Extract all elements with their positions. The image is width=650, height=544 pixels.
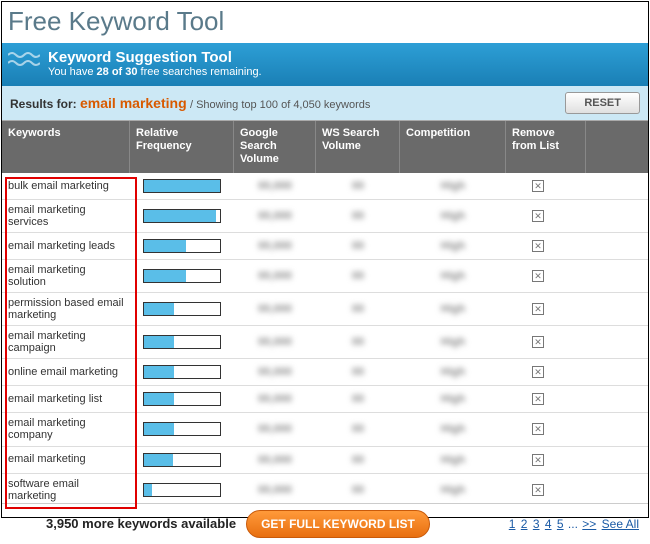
google-volume-cell: 00,000 [234, 389, 316, 409]
competition-cell: High [400, 299, 506, 319]
remove-icon[interactable]: ✕ [532, 180, 544, 192]
keyword-cell: software email marketing [2, 474, 130, 504]
table-row: online email marketing 00,00000High ✕ [2, 359, 648, 386]
col-google-search-volume[interactable]: Google Search Volume [234, 121, 316, 173]
remove-icon[interactable]: ✕ [532, 210, 544, 222]
ws-volume-cell: 00 [316, 419, 400, 439]
frequency-cell [130, 235, 234, 257]
competition-cell: High [400, 450, 506, 470]
google-volume-cell: 00,000 [234, 299, 316, 319]
col-competition[interactable]: Competition [400, 121, 506, 173]
table-row: bulk email marketing 00,00000High ✕ [2, 173, 648, 200]
google-volume-cell: 00,000 [234, 480, 316, 500]
competition-cell: High [400, 236, 506, 256]
competition-cell: High [400, 362, 506, 382]
table-header: Keywords Relative Frequency Google Searc… [2, 121, 648, 173]
ws-volume-cell: 00 [316, 362, 400, 382]
remove-icon[interactable]: ✕ [532, 393, 544, 405]
table-row: email marketing 00,00000High ✕ [2, 447, 648, 474]
frequency-cell [130, 331, 234, 353]
ws-volume-cell: 00 [316, 480, 400, 500]
competition-cell: High [400, 176, 506, 196]
tool-title: Keyword Suggestion Tool [48, 49, 638, 66]
competition-cell: High [400, 266, 506, 286]
frequency-cell [130, 265, 234, 287]
ws-volume-cell: 00 [316, 236, 400, 256]
table-row: email marketing campaign 00,00000High ✕ [2, 326, 648, 359]
frequency-cell [130, 388, 234, 410]
frequency-cell [130, 361, 234, 383]
keyword-cell: email marketing campaign [2, 326, 130, 358]
results-meta: / Showing top 100 of 4,050 keywords [190, 99, 370, 111]
keyword-cell: email marketing solution [2, 260, 130, 292]
tool-header: Keyword Suggestion Tool You have 28 of 3… [2, 43, 648, 86]
tool-subtitle: You have 28 of 30 free searches remainin… [48, 66, 638, 78]
keyword-cell: email marketing company [2, 413, 130, 445]
remove-icon[interactable]: ✕ [532, 454, 544, 466]
ws-volume-cell: 00 [316, 176, 400, 196]
ws-volume-cell: 00 [316, 450, 400, 470]
competition-cell: High [400, 332, 506, 352]
google-volume-cell: 00,000 [234, 206, 316, 226]
table-row: permission based email marketing 00,00000… [2, 293, 648, 326]
ws-volume-cell: 00 [316, 299, 400, 319]
google-volume-cell: 00,000 [234, 362, 316, 382]
competition-cell: High [400, 389, 506, 409]
ws-volume-cell: 00 [316, 332, 400, 352]
col-relative-frequency[interactable]: Relative Frequency [130, 121, 234, 173]
keyword-cell: email marketing [2, 449, 130, 469]
results-bar: Results for: email marketing / Showing t… [2, 86, 648, 121]
ws-volume-cell: 00 [316, 389, 400, 409]
table-row: email marketing leads 00,00000High ✕ [2, 233, 648, 260]
ws-volume-cell: 00 [316, 206, 400, 226]
remove-icon[interactable]: ✕ [532, 303, 544, 315]
google-volume-cell: 00,000 [234, 419, 316, 439]
col-keywords[interactable]: Keywords [2, 121, 130, 173]
remove-icon[interactable]: ✕ [532, 423, 544, 435]
frequency-cell [130, 449, 234, 471]
col-remove: Remove from List [506, 121, 586, 173]
google-volume-cell: 00,000 [234, 176, 316, 196]
page-title: Free Keyword Tool [2, 2, 648, 43]
table-row: email marketing solution 00,00000High ✕ [2, 260, 648, 293]
competition-cell: High [400, 480, 506, 500]
keyword-cell: bulk email marketing [2, 176, 130, 196]
google-volume-cell: 00,000 [234, 332, 316, 352]
remove-icon[interactable]: ✕ [532, 270, 544, 282]
remove-icon[interactable]: ✕ [532, 366, 544, 378]
reset-button[interactable]: RESET [565, 92, 640, 114]
wave-icon [8, 49, 40, 71]
ws-volume-cell: 00 [316, 266, 400, 286]
competition-cell: High [400, 206, 506, 226]
keyword-cell: permission based email marketing [2, 293, 130, 325]
frequency-cell [130, 298, 234, 320]
keyword-cell: email marketing list [2, 389, 130, 409]
table-row: email marketing list 00,00000High ✕ [2, 386, 648, 413]
table-row: email marketing company 00,00000High ✕ [2, 413, 648, 446]
keyword-cell: email marketing services [2, 200, 130, 232]
remove-icon[interactable]: ✕ [532, 484, 544, 496]
keyword-cell: online email marketing [2, 362, 130, 382]
frequency-cell [130, 205, 234, 227]
remove-icon[interactable]: ✕ [532, 240, 544, 252]
competition-cell: High [400, 419, 506, 439]
table-row: email marketing services 00,00000High ✕ [2, 200, 648, 233]
available-count: 3,950 more keywords available [46, 516, 236, 531]
frequency-cell [130, 479, 234, 501]
results-label: Results for: [10, 97, 80, 111]
frequency-cell [130, 418, 234, 440]
results-term: email marketing [80, 95, 187, 111]
google-volume-cell: 00,000 [234, 450, 316, 470]
remove-icon[interactable]: ✕ [532, 336, 544, 348]
get-full-list-button[interactable]: GET FULL KEYWORD LIST [246, 510, 430, 538]
footer: 3,950 more keywords available GET FULL K… [2, 504, 648, 544]
google-volume-cell: 00,000 [234, 266, 316, 286]
col-ws-search-volume[interactable]: WS Search Volume [316, 121, 400, 173]
keyword-cell: email marketing leads [2, 236, 130, 256]
table-row: software email marketing 00,00000High ✕ [2, 474, 648, 504]
frequency-cell [130, 175, 234, 197]
google-volume-cell: 00,000 [234, 236, 316, 256]
table-body[interactable]: bulk email marketing00,00000High✕email m… [2, 173, 648, 504]
